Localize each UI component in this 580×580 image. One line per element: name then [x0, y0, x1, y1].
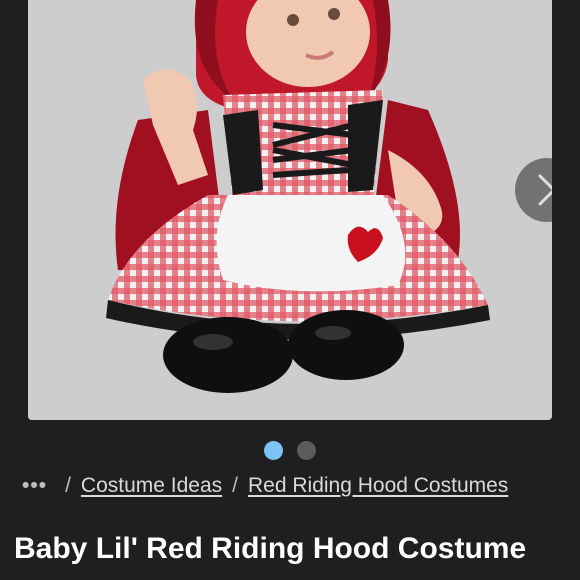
chevron-right-icon: [538, 174, 552, 206]
pagination-dot-1[interactable]: [264, 441, 283, 460]
breadcrumb-link-costume-ideas[interactable]: Costume Ideas: [81, 474, 222, 498]
product-image-gallery[interactable]: [28, 0, 552, 420]
pagination-dot-2[interactable]: [297, 441, 316, 460]
breadcrumb-more-button[interactable]: •••: [22, 474, 47, 498]
breadcrumb-separator: /: [65, 474, 71, 497]
product-title: Baby Lil' Red Riding Hood Costume: [14, 532, 527, 565]
breadcrumb: ••• / Costume Ideas / Red Riding Hood Co…: [22, 470, 508, 502]
product-photo[interactable]: [28, 0, 552, 420]
breadcrumb-link-red-riding-hood[interactable]: Red Riding Hood Costumes: [248, 474, 508, 498]
gallery-pagination: [0, 441, 580, 460]
breadcrumb-separator: /: [232, 474, 238, 497]
